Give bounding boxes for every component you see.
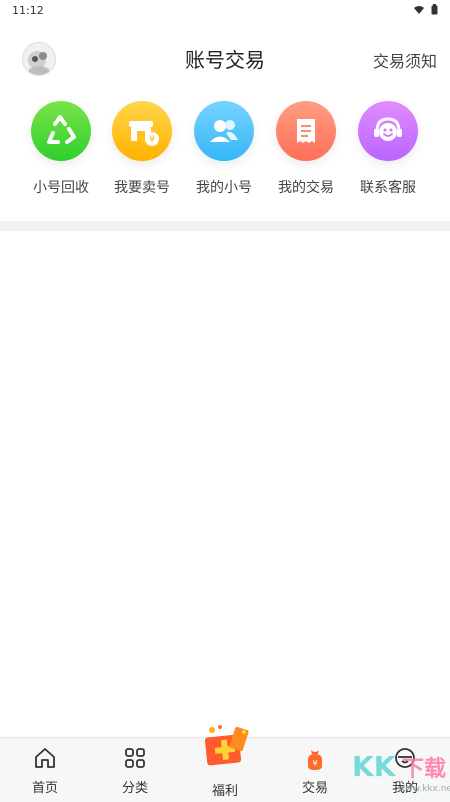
tab-label: 首页 (31, 781, 58, 796)
tab-category[interactable]: 分类 (90, 738, 180, 802)
recycle-icon (31, 101, 91, 161)
shortcut-my-accounts[interactable]: 我的小号 (181, 101, 267, 197)
battery-icon (431, 4, 438, 15)
home-icon (35, 748, 55, 768)
profile-icon (395, 748, 415, 768)
gift-icon (204, 725, 249, 766)
shortcut-label: 我的交易 (278, 180, 334, 196)
receipt-icon (276, 101, 336, 161)
bottom-tab-bar: 首页 分类 福利 ¥ 交易 我的 (0, 725, 450, 802)
wifi-icon (414, 5, 424, 14)
tab-label: 我的 (391, 781, 418, 796)
shortcut-label: 我的小号 (196, 180, 252, 196)
headset-icon (358, 101, 418, 161)
users-icon (194, 101, 254, 161)
section-divider (0, 221, 450, 231)
shortcut-support[interactable]: 联系客服 (345, 101, 431, 197)
tab-label: 分类 (121, 781, 148, 796)
tab-mine[interactable]: 我的 (360, 738, 450, 802)
shortcut-label: 小号回收 (33, 180, 89, 196)
shortcut-label: 联系客服 (360, 180, 416, 196)
status-bar: 11:12 (0, 0, 450, 22)
svg-text:¥: ¥ (312, 759, 317, 768)
money-bag-icon: ¥ (308, 750, 322, 770)
status-time: 11:12 (12, 4, 44, 17)
tab-benefits[interactable]: 福利 (180, 725, 270, 802)
header: 账号交易 交易须知 (0, 38, 450, 80)
grid-icon (125, 748, 145, 768)
tab-label: 福利 (211, 784, 238, 799)
tab-trade[interactable]: ¥ 交易 (270, 738, 360, 802)
status-icons (413, 4, 438, 15)
tab-home[interactable]: 首页 (0, 738, 90, 802)
shortcut-label: 我要卖号 (114, 180, 170, 196)
shortcut-my-trades[interactable]: 我的交易 (263, 101, 349, 197)
shortcut-sell[interactable]: ¥ 我要卖号 (99, 101, 185, 197)
svg-text:¥: ¥ (149, 135, 155, 145)
shortcut-row: 小号回收 ¥ 我要卖号 我的小号 我的交易 联系客服 (0, 101, 450, 211)
shop-icon: ¥ (112, 101, 172, 161)
tab-label: 交易 (301, 781, 328, 796)
trade-notice-link[interactable]: 交易须知 (373, 48, 437, 72)
shortcut-recycle[interactable]: 小号回收 (18, 101, 104, 197)
